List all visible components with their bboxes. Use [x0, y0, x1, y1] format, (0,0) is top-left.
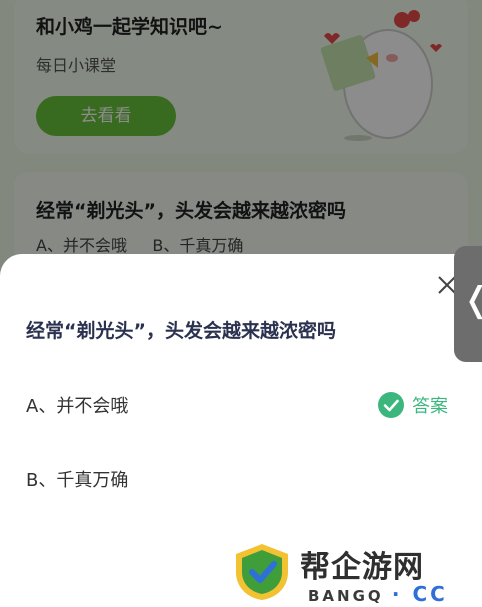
shield-logo-icon [236, 544, 288, 600]
watermark: 帮企游网 BANGQ · CC [230, 540, 480, 606]
option-b[interactable]: B、千真万确 [26, 460, 466, 500]
option-a[interactable]: A、并不会哦 答案 [26, 386, 466, 426]
watermark-brand: 帮企游网 [300, 550, 424, 585]
watermark-domain-suffix: · CC [391, 582, 448, 606]
check-circle-icon [378, 392, 404, 418]
answer-badge: 答案 [378, 390, 448, 420]
sheet-question-title: 经常“剃光头”，头发会越来越浓密吗 [26, 320, 336, 342]
side-collapse-tab[interactable]: ❬ [454, 246, 482, 362]
answer-label: 答案 [412, 396, 448, 417]
option-label: B、千真万确 [26, 470, 129, 491]
watermark-domain: BANGQ · CC [308, 582, 448, 606]
watermark-domain-text: BANGQ [308, 587, 384, 605]
chevron-left-icon: ❬ [462, 280, 482, 320]
option-label: A、并不会哦 [26, 396, 129, 417]
